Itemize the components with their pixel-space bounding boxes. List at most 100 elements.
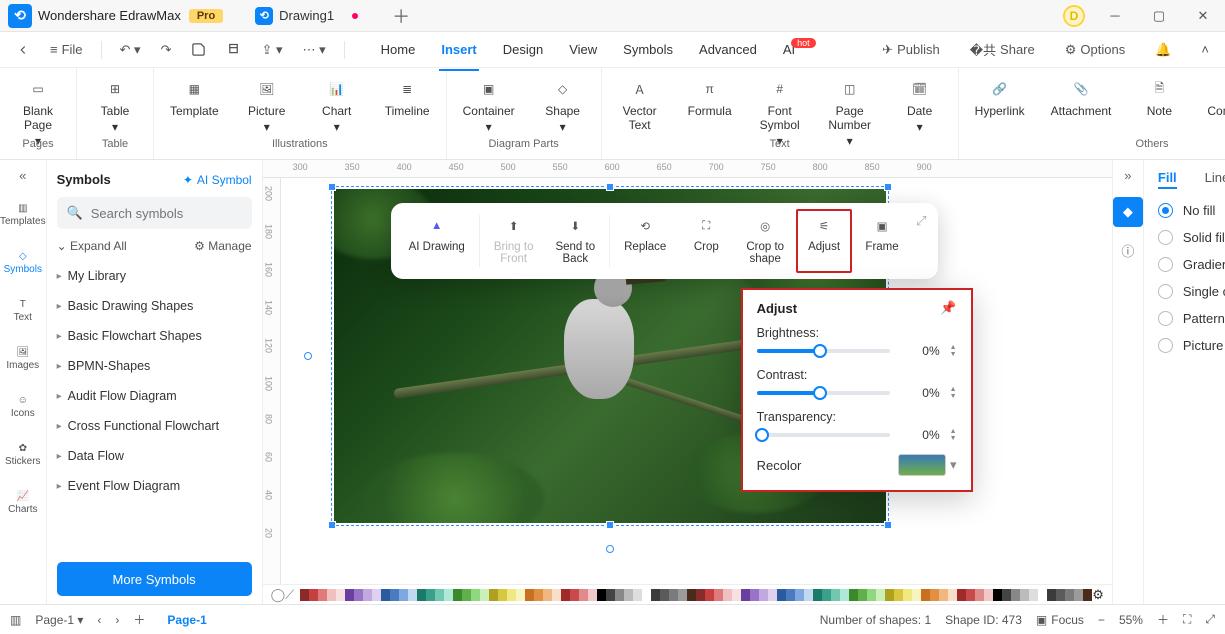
color-swatch[interactable] (804, 589, 813, 601)
save-button[interactable] (183, 38, 214, 61)
rail-images[interactable]: 🖼Images (0, 343, 46, 375)
float-more-icon[interactable]: ⤢ (912, 209, 930, 233)
formula-button[interactable]: πFormula (684, 74, 736, 120)
color-swatch[interactable] (696, 589, 705, 601)
transparency-slider[interactable] (757, 433, 890, 437)
color-swatch[interactable] (894, 589, 903, 601)
color-swatch[interactable] (633, 589, 642, 601)
close-button[interactable]: ✕ (1181, 0, 1225, 32)
color-swatch[interactable] (453, 589, 462, 601)
ai-symbol-link[interactable]: ✦ AI Symbol (183, 173, 252, 187)
crop-button[interactable]: ⛶Crop (678, 209, 734, 273)
color-swatch[interactable] (336, 589, 345, 601)
color-swatch[interactable] (471, 589, 480, 601)
recolor-swatch[interactable] (898, 454, 946, 476)
recolor-dropdown-icon[interactable]: ▾ (950, 457, 957, 473)
color-settings-icon[interactable]: ⚙ (1092, 587, 1104, 603)
fill-option[interactable]: Gradient fill (1158, 257, 1225, 272)
focus-button[interactable]: ▣ Focus (1036, 613, 1084, 627)
color-swatch[interactable] (1065, 589, 1074, 601)
vector-text-button[interactable]: ＡVector Text (614, 74, 666, 134)
help-icon[interactable]: ⓘ (1121, 241, 1134, 260)
ai-drawing-button[interactable]: ▲AI Drawing (399, 209, 475, 273)
color-swatch[interactable] (741, 589, 750, 601)
brightness-slider[interactable] (757, 349, 890, 353)
color-swatch[interactable] (597, 589, 606, 601)
color-swatch[interactable] (1038, 589, 1047, 601)
symbol-category[interactable]: Audit Flow Diagram (57, 381, 252, 411)
color-swatch[interactable] (408, 589, 417, 601)
container-button[interactable]: ▣Container ▾ (459, 74, 519, 136)
manage-button[interactable]: ⚙ Manage (194, 239, 251, 253)
fill-option[interactable]: Solid fill (1158, 230, 1225, 245)
color-swatch[interactable] (705, 589, 714, 601)
color-swatch[interactable] (714, 589, 723, 601)
color-swatch[interactable] (444, 589, 453, 601)
color-swatch[interactable] (1020, 589, 1029, 601)
color-swatch[interactable] (912, 589, 921, 601)
fill-option[interactable]: No fill (1158, 203, 1225, 218)
color-swatch[interactable] (615, 589, 624, 601)
resize-handle[interactable] (606, 521, 614, 529)
hyperlink-button[interactable]: 🔗Hyperlink (971, 74, 1029, 120)
rail-text[interactable]: TText (0, 295, 46, 327)
search-input[interactable] (91, 206, 267, 221)
color-swatch[interactable] (957, 589, 966, 601)
color-swatch[interactable] (579, 589, 588, 601)
brightness-spinner[interactable]: ▲▼ (950, 344, 957, 358)
color-swatch[interactable] (462, 589, 471, 601)
template-button[interactable]: ▦Template (166, 74, 223, 120)
color-swatch[interactable] (642, 589, 651, 601)
color-swatch[interactable] (435, 589, 444, 601)
color-swatch[interactable] (489, 589, 498, 601)
color-swatch[interactable] (507, 589, 516, 601)
color-swatch[interactable] (1047, 589, 1056, 601)
color-swatch[interactable] (687, 589, 696, 601)
contrast-slider[interactable] (757, 391, 890, 395)
fill-option[interactable]: Single color gradient fill (1158, 284, 1225, 299)
collapse-ribbon-button[interactable]: ˄ (1193, 38, 1217, 61)
symbol-category[interactable]: Data Flow (57, 441, 252, 471)
color-swatch[interactable] (372, 589, 381, 601)
color-swatch[interactable] (399, 589, 408, 601)
publish-button[interactable]: ✈ Publish (874, 38, 948, 62)
color-swatch[interactable] (966, 589, 975, 601)
more-symbols-button[interactable]: More Symbols (57, 562, 252, 596)
symbol-category[interactable]: Basic Flowchart Shapes (57, 321, 252, 351)
file-menu[interactable]: ≡ File (42, 38, 91, 61)
adjust-button[interactable]: ⚟Adjust (796, 209, 852, 273)
color-swatch[interactable] (759, 589, 768, 601)
page-tab[interactable]: Page-1 (159, 609, 214, 631)
connect-handle[interactable] (304, 352, 312, 360)
color-swatch[interactable] (534, 589, 543, 601)
color-swatch[interactable] (849, 589, 858, 601)
minimize-button[interactable]: ─ (1093, 0, 1137, 32)
menu-advanced[interactable]: Advanced (697, 36, 759, 63)
canvas[interactable]: ▲AI Drawing ⬆Bring to Front ⬇Send to Bac… (281, 178, 1112, 584)
color-swatch[interactable] (498, 589, 507, 601)
color-swatch[interactable] (993, 589, 1002, 601)
color-swatch[interactable] (363, 589, 372, 601)
tab-fill[interactable]: Fill (1158, 168, 1177, 189)
menu-insert[interactable]: Insert (439, 36, 478, 63)
resize-handle[interactable] (884, 521, 892, 529)
color-swatch[interactable] (1074, 589, 1083, 601)
fullscreen-button[interactable]: ⤢ (1205, 612, 1215, 627)
color-swatch[interactable] (1011, 589, 1020, 601)
frame-button[interactable]: ▣Frame (854, 209, 910, 273)
color-swatch[interactable] (417, 589, 426, 601)
color-swatch[interactable] (975, 589, 984, 601)
timeline-button[interactable]: ≣Timeline (381, 74, 434, 120)
color-swatch[interactable] (426, 589, 435, 601)
prev-page-icon[interactable]: ‹ (97, 613, 101, 627)
picture-button[interactable]: 🖼Picture ▾ (241, 74, 293, 136)
view-mode-icon[interactable]: ▥ (10, 613, 21, 627)
color-swatch[interactable] (786, 589, 795, 601)
color-swatch[interactable] (525, 589, 534, 601)
color-swatch[interactable] (858, 589, 867, 601)
search-box[interactable]: 🔍 (57, 197, 252, 229)
color-swatch[interactable] (876, 589, 885, 601)
send-back-button[interactable]: ⬇Send to Back (545, 209, 605, 273)
color-swatch[interactable] (867, 589, 876, 601)
fill-tool-icon[interactable]: ◆ (1113, 197, 1143, 227)
